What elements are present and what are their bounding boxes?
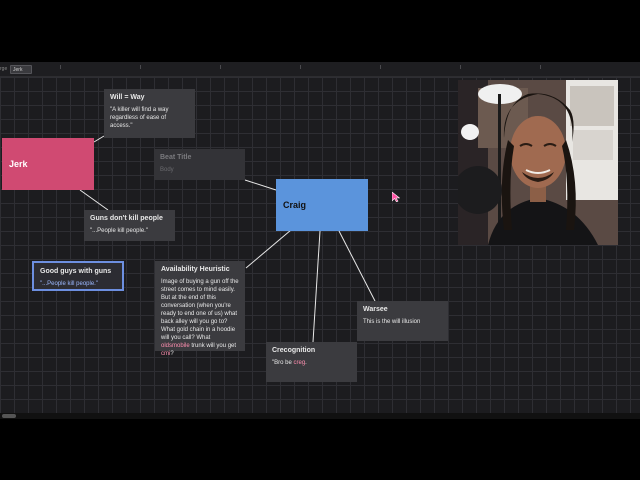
node-label: Craig xyxy=(283,200,307,210)
scrollbar-thumb[interactable] xyxy=(2,414,16,418)
horizontal-scrollbar[interactable] xyxy=(0,413,640,419)
card-title: Warsee xyxy=(363,306,388,313)
card-crecognition[interactable]: Crecognition "Bro be creg. xyxy=(266,342,357,382)
node-label: Jerk xyxy=(9,159,28,169)
card-body: Body xyxy=(160,167,174,173)
card-beat-title[interactable]: Beat Title Body xyxy=(154,149,245,180)
card-guns-dont-kill[interactable]: Guns don't kill people "...People kill p… xyxy=(84,210,175,241)
link-jerk-guns xyxy=(79,189,109,211)
card-body: "A killer will find a way regardless of … xyxy=(110,107,169,129)
card-warsee[interactable]: Warsee This is the will illusion xyxy=(357,301,448,341)
card-title: Beat Title xyxy=(160,154,192,161)
card-body: "...People kill people." xyxy=(90,228,148,234)
pointer-arrow-icon xyxy=(392,192,400,202)
card-availability-heuristic[interactable]: Availability Heuristic Image of buying a… xyxy=(155,261,245,357)
card-good-guys[interactable]: Good guys with guns "...People kill peop… xyxy=(32,261,124,291)
webcam-person-image xyxy=(458,80,618,245)
card-body: "...People kill people." xyxy=(40,281,98,287)
node-craig[interactable]: Craig xyxy=(276,179,368,231)
link-craig-availability xyxy=(245,229,292,269)
link-craig-warsee xyxy=(338,230,376,302)
card-will-way[interactable]: Will = Way "A killer will find a way reg… xyxy=(104,89,195,138)
webcam-overlay xyxy=(458,80,618,245)
link-craig-crecognition xyxy=(312,230,321,343)
card-title: Crecognition xyxy=(272,347,316,354)
node-jerk[interactable]: Jerk xyxy=(2,138,94,190)
link-craig-beat xyxy=(244,179,277,191)
card-title: Good guys with guns xyxy=(40,268,112,275)
card-body: "Bro be creg. xyxy=(272,360,307,366)
card-title: Availability Heuristic xyxy=(161,266,230,273)
card-title: Will = Way xyxy=(110,94,145,101)
card-title: Guns don't kill people xyxy=(90,215,163,222)
card-body: Image of buying a gun off the street com… xyxy=(161,279,239,357)
card-body: This is the will illusion xyxy=(363,319,421,325)
link-jerk-will xyxy=(93,135,105,143)
